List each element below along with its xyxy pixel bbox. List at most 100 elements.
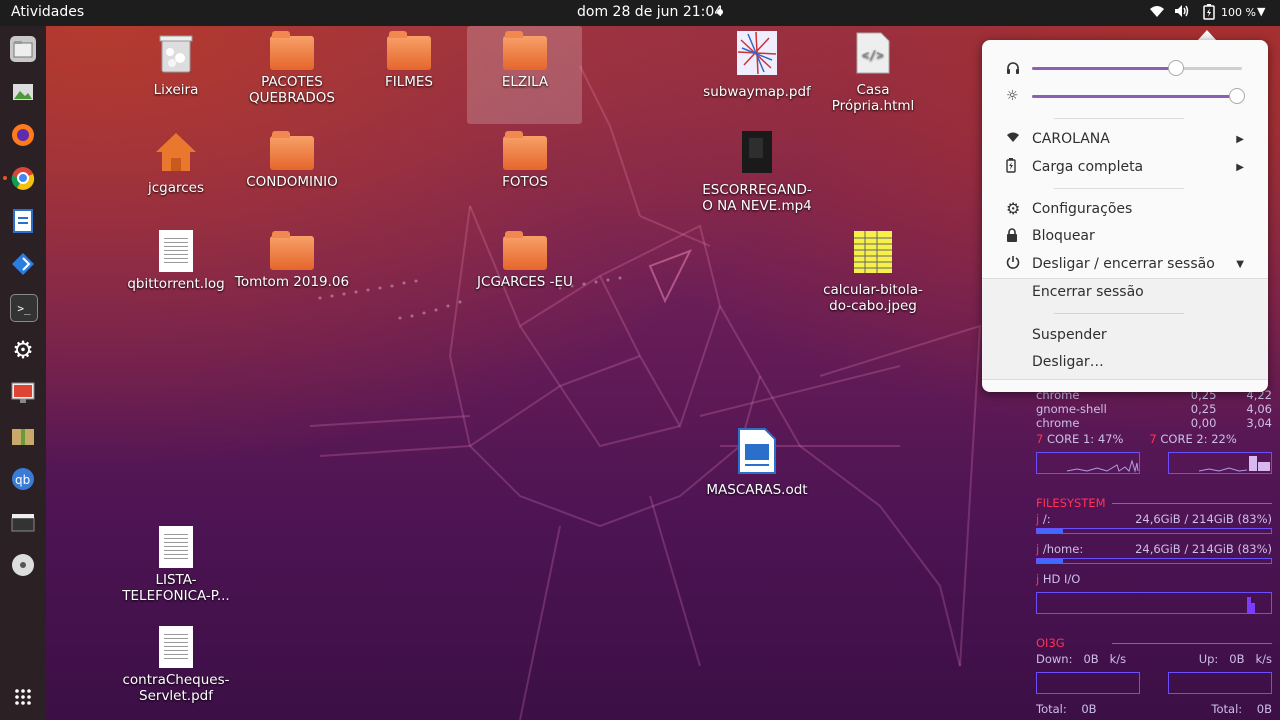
desktop-icon-label: LISTA-TELEFONICA-P... <box>122 572 230 604</box>
show-applications-icon[interactable] <box>10 684 36 710</box>
download-graph <box>1036 672 1140 694</box>
network-speed-row: Down: 0B k/s Up: 0B k/s <box>1036 652 1272 666</box>
filesystem-title: FILESYSTEM <box>1036 496 1272 510</box>
menu-separator <box>1054 118 1184 119</box>
folder-icon <box>270 31 314 70</box>
folder-icon <box>503 231 547 270</box>
desktop-icon-html[interactable]: </> Casa Própria.html <box>815 32 931 114</box>
video-thumbnail-icon <box>742 131 772 173</box>
cpu-graphs <box>1036 452 1272 474</box>
brightness-icon: ☼ <box>1006 88 1019 104</box>
power-icon <box>1006 255 1020 273</box>
running-indicator <box>3 176 7 180</box>
desktop-icon-folder[interactable]: JCGARCES -EU <box>467 231 583 290</box>
volume-slider-knob[interactable] <box>1167 60 1184 76</box>
image-viewer-icon[interactable] <box>10 79 36 105</box>
desktop-icon-label: subwaymap.pdf <box>703 84 811 100</box>
settings-label: Configurações <box>1032 201 1133 217</box>
menu-separator <box>1054 188 1184 189</box>
submenu-arrow-icon: ▶ <box>1236 162 1244 173</box>
activities-button[interactable]: Atividades <box>11 4 84 20</box>
desktop-icon-pdf[interactable]: subwaymap.pdf <box>699 30 815 100</box>
desktop-icon-label: ESCORREGAND-O NA NEVE.mp4 <box>702 182 812 214</box>
network-title: OI3G <box>1036 636 1272 650</box>
lock-label: Bloquear <box>1032 228 1095 244</box>
desktop-icon-label: FOTOS <box>502 174 548 190</box>
spreadsheet-image-icon <box>854 231 892 273</box>
conky-monitor: chrome 0,25 4,22 gnome-shell 0,25 4,06 chr… <box>1036 388 1272 716</box>
desktop-icon-label: contraCheques-Servlet.pdf <box>122 672 230 704</box>
desktop-icon-label: JCGARCES -EU <box>477 274 573 290</box>
desktop-icon-folder[interactable]: Tomtom 2019.06 <box>234 231 350 290</box>
desktop-icon-label: CONDOMINIO <box>246 174 338 190</box>
fs-root-bar <box>1036 528 1272 534</box>
desktop-icon-label: calcular-bitola-do-cabo.jpeg <box>823 282 923 314</box>
video-player-icon[interactable] <box>10 509 36 535</box>
desktop-icon-home[interactable]: jcgarces <box>118 132 234 196</box>
desktop-icon-log[interactable]: qbittorrent.log <box>118 230 234 292</box>
firefox-icon[interactable] <box>10 122 36 148</box>
vscode-icon[interactable] <box>10 251 36 277</box>
settings-icon: ⚙ <box>1006 199 1021 218</box>
desktop-icon-label: Casa Própria.html <box>831 82 915 114</box>
network-graphs <box>1036 672 1272 694</box>
battery-percentage[interactable]: 100 % <box>1221 6 1256 19</box>
shutdown-menu-item[interactable]: Desligar… <box>1032 354 1104 370</box>
chrome-icon[interactable] <box>10 165 36 191</box>
suspend-menu-item[interactable]: Suspender <box>1032 327 1107 343</box>
lock-icon <box>1006 228 1018 246</box>
network-total-row: Total: 0B Total: 0B <box>1036 702 1272 716</box>
dock: >_ ⚙ qb <box>0 26 46 720</box>
desktop-icon-video[interactable]: ESCORREGAND-O NA NEVE.mp4 <box>699 130 815 214</box>
upload-graph <box>1168 672 1272 694</box>
headphones-icon <box>1006 61 1020 79</box>
desktop-icon-folder[interactable]: ELZILA <box>467 31 583 90</box>
desktop-icon-folder[interactable]: PACOTES QUEBRADOS <box>234 31 350 106</box>
core1-graph <box>1036 452 1140 474</box>
file-manager-icon[interactable] <box>10 36 36 62</box>
folder-icon <box>270 231 314 270</box>
notification-dot-icon <box>717 9 723 15</box>
hd-io-label: j HD I/O <box>1036 572 1081 586</box>
volume-icon[interactable] <box>1174 4 1190 22</box>
desktop-icon-folder[interactable]: CONDOMINIO <box>234 131 350 190</box>
brightness-slider[interactable] <box>1032 88 1245 104</box>
desktop-icon-pdf[interactable]: contraCheques-Servlet.pdf <box>118 626 234 704</box>
settings-icon[interactable]: ⚙ <box>10 336 36 364</box>
text-file-icon <box>159 230 193 272</box>
process-row: chrome 0,00 3,04 <box>1036 416 1272 430</box>
fs-root-row: j /: 24,6GiB / 214GiB (83%) <box>1036 512 1272 526</box>
logout-menu-item[interactable]: Encerrar sessão <box>1032 284 1144 300</box>
terminal-icon[interactable]: >_ <box>10 294 38 322</box>
desktop-icon-folder[interactable]: FILMES <box>351 31 467 90</box>
desktop-icon-folder[interactable]: FOTOS <box>467 131 583 190</box>
top-bar: Atividades dom 28 de jun 21:04 100 % ▼ <box>0 0 1280 26</box>
desktop-icon-trash[interactable]: Lixeira <box>118 32 234 98</box>
archive-manager-icon[interactable] <box>10 423 36 449</box>
fs-home-bar <box>1036 558 1272 564</box>
submenu-arrow-icon: ▶ <box>1236 134 1244 145</box>
battery-label: Carga completa <box>1032 159 1144 175</box>
disc-icon[interactable] <box>10 552 36 578</box>
qbittorrent-icon[interactable]: qb <box>10 466 36 492</box>
screenshot-icon[interactable] <box>10 380 36 406</box>
svg-text:qb: qb <box>15 473 30 487</box>
battery-icon[interactable] <box>1203 4 1215 24</box>
core2-graph <box>1168 452 1272 474</box>
wifi-icon[interactable] <box>1149 4 1165 22</box>
volume-slider[interactable] <box>1032 60 1242 76</box>
folder-icon <box>387 31 431 70</box>
brightness-slider-knob[interactable] <box>1228 88 1245 104</box>
desktop-icon-odt[interactable]: MASCARAS.odt <box>699 428 815 498</box>
folder-icon <box>503 131 547 170</box>
clock[interactable]: dom 28 de jun 21:04 <box>577 4 723 20</box>
wifi-label: CAROLANA <box>1032 131 1110 147</box>
desktop-icon-doc[interactable]: LISTA-TELEFONICA-P... <box>118 526 234 604</box>
trash-icon <box>159 35 193 73</box>
document-thumbnail-icon <box>159 526 193 568</box>
desktop-icon-jpeg[interactable]: calcular-bitola-do-cabo.jpeg <box>815 230 931 314</box>
libreoffice-writer-icon[interactable] <box>10 208 36 234</box>
menu-arrow-icon[interactable]: ▼ <box>1257 5 1265 18</box>
desktop-icon-label: ELZILA <box>501 74 549 90</box>
hd-io-graph <box>1036 592 1272 614</box>
